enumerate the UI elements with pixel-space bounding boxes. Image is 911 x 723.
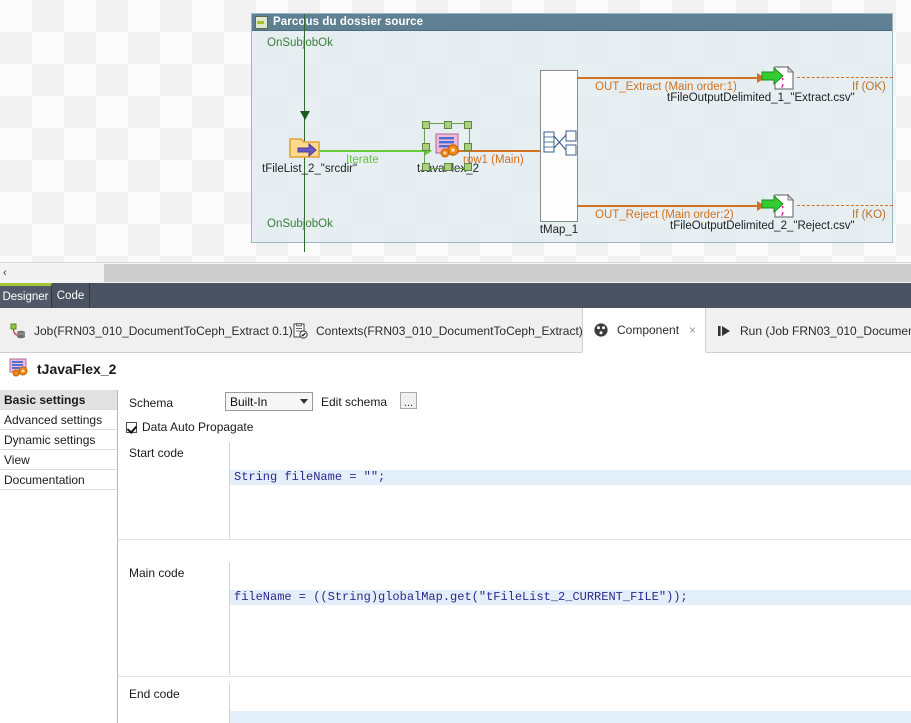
- sidebar-item-documentation[interactable]: Documentation: [0, 470, 117, 490]
- sidebar-item-label: Basic settings: [4, 392, 86, 407]
- tab-component[interactable]: Component ×: [582, 308, 706, 353]
- code-line: fileName = ((String)globalMap.get("tFile…: [230, 590, 911, 605]
- main-code-editor[interactable]: fileName = ((String)globalMap.get("tFile…: [229, 562, 911, 675]
- file-output-delimited-icon[interactable]: ;: [760, 65, 798, 94]
- onsubjobok-label-bottom: OnSubjobOk: [267, 218, 333, 230]
- subjob-title-text: Parcous du dossier source: [273, 16, 424, 28]
- collapse-left-button[interactable]: ‹: [0, 263, 104, 283]
- if-ko-dashed-line: [797, 205, 893, 206]
- tab-run-label: Run (Job FRN03_010_Document: [740, 323, 911, 338]
- data-auto-propagate-checkbox[interactable]: [126, 421, 137, 433]
- component-tmap-1[interactable]: [540, 70, 578, 222]
- code-line: String fileName = "";: [230, 470, 911, 485]
- tab-component-label: Component: [617, 323, 680, 337]
- component-tfilelist-2[interactable]: tFileList_2_"srcdir": [262, 131, 358, 175]
- out-extract-link-line: [578, 77, 760, 79]
- sidebar-item-view[interactable]: View: [0, 450, 117, 470]
- start-code-editor[interactable]: String fileName = "";: [229, 442, 911, 539]
- page-title: tJavaFlex_2: [37, 361, 117, 377]
- view-tabs-bar: Designer Code: [0, 283, 911, 308]
- tab-job-label: Job(FRN03_010_DocumentToCeph_Extract 0.1…: [34, 323, 293, 338]
- subjob-parcous-du-dossier-source[interactable]: Parcous du dossier source OnSubjobOk OnS…: [251, 13, 893, 252]
- chevron-down-icon: [300, 399, 308, 404]
- tab-run[interactable]: Run (Job FRN03_010_Document: [706, 308, 911, 353]
- component-icon: [593, 322, 609, 338]
- component-header: tJavaFlex_2: [0, 353, 911, 385]
- code-line: [230, 711, 911, 723]
- tab-contexts-label: Contexts(FRN03_010_DocumentToCeph_Extrac…: [316, 323, 583, 338]
- if-ko-label[interactable]: If (KO): [852, 209, 886, 221]
- sidebar-item-label: Documentation: [4, 472, 85, 487]
- sidebar-item-dynamic-settings[interactable]: Dynamic settings: [0, 430, 117, 450]
- onsubjobok-arrow-icon: [300, 111, 310, 120]
- talend-studio-window: Parcous du dossier source OnSubjobOk OnS…: [0, 0, 911, 723]
- sidebar-item-label: Dynamic settings: [4, 432, 96, 447]
- component-label: tFileList_2_"srcdir": [262, 163, 358, 175]
- tab-contexts[interactable]: Contexts(FRN03_010_DocumentToCeph_Extrac…: [282, 308, 583, 353]
- start-code-label: Start code: [129, 446, 184, 460]
- java-flex-icon: [422, 121, 472, 171]
- job-icon: [10, 323, 26, 339]
- close-icon[interactable]: ×: [689, 323, 696, 337]
- run-icon: [716, 323, 732, 339]
- end-code-label: End code: [129, 687, 180, 701]
- end-code-editor[interactable]: [229, 683, 911, 723]
- tab-designer-label: Designer: [2, 291, 49, 303]
- tab-code-label: Code: [56, 289, 85, 302]
- sidebar-item-label: View: [4, 452, 30, 467]
- component-label-reject: tFileOutputDelimited_2_"Reject.csv": [670, 220, 855, 232]
- editor-tabs-bar: Job(FRN03_010_DocumentToCeph_Extract 0.1…: [0, 308, 911, 353]
- file-output-delimited-icon[interactable]: ;: [760, 193, 798, 222]
- component-label-tmap: tMap_1: [539, 224, 579, 236]
- edit-schema-label: Edit schema: [321, 395, 388, 409]
- subjob-title-bar[interactable]: Parcous du dossier source: [252, 14, 892, 31]
- data-auto-propagate-label: Data Auto Propagate: [142, 420, 254, 434]
- settings-side-list: Basic settings Advanced settings Dynamic…: [0, 390, 118, 723]
- schema-label: Schema: [129, 396, 174, 410]
- collapse-minus-icon[interactable]: [255, 15, 268, 29]
- tab-job[interactable]: Job(FRN03_010_DocumentToCeph_Extract 0.1…: [0, 308, 293, 353]
- schema-select-value: Built-In: [230, 394, 268, 409]
- component-tjavaflex-2[interactable]: tJavaFlex_2: [400, 121, 496, 175]
- tab-code[interactable]: Code: [52, 283, 90, 308]
- if-ok-dashed-line: [797, 77, 893, 78]
- onsubjobok-label-top: OnSubjobOk: [267, 37, 333, 49]
- sidebar-item-basic-settings[interactable]: Basic settings: [0, 390, 117, 410]
- main-code-label: Main code: [129, 566, 185, 580]
- out-reject-link-line: [578, 205, 760, 207]
- scrollbar-thumb[interactable]: [104, 264, 911, 282]
- java-flex-icon: [8, 358, 30, 381]
- if-ok-label[interactable]: If (OK): [852, 81, 886, 93]
- component-label-extract: tFileOutputDelimited_1_"Extract.csv": [667, 92, 855, 104]
- sidebar-item-advanced-settings[interactable]: Advanced settings: [0, 410, 117, 430]
- edit-schema-button[interactable]: ...: [400, 392, 417, 409]
- data-auto-propagate-row[interactable]: Data Auto Propagate: [126, 420, 253, 434]
- schema-select[interactable]: Built-In: [225, 392, 313, 411]
- contexts-icon: [292, 322, 308, 339]
- selection-box: [422, 121, 472, 171]
- job-designer-canvas[interactable]: Parcous du dossier source OnSubjobOk OnS…: [0, 0, 911, 262]
- tab-designer[interactable]: Designer: [0, 283, 52, 308]
- folder-iterate-icon: [288, 131, 320, 161]
- subjob-body: OnSubjobOk OnSubjobOk Iterate row1 (Main…: [252, 14, 893, 252]
- sidebar-item-label: Advanced settings: [4, 412, 103, 427]
- canvas-horizontal-scrollbar[interactable]: ‹: [0, 262, 911, 283]
